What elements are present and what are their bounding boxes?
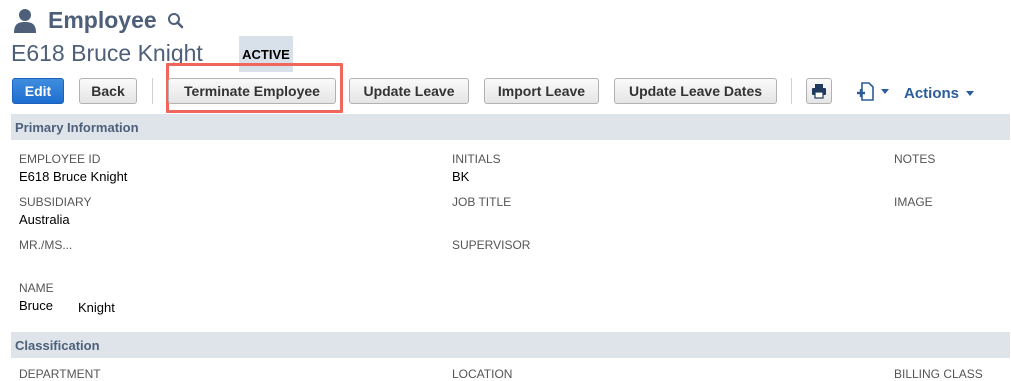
- new-document-icon: [857, 82, 874, 101]
- image-label: IMAGE: [894, 195, 933, 209]
- last-name-value: Knight: [78, 300, 115, 315]
- mr-ms-label: MR./MS...: [19, 238, 73, 252]
- print-icon: [812, 84, 826, 99]
- actions-label: Actions: [904, 85, 960, 102]
- initials-label: INITIALS: [452, 152, 501, 166]
- job-title-label: JOB TITLE: [452, 195, 512, 209]
- supervisor-label: SUPERVISOR: [452, 238, 531, 252]
- subsidiary-value: Australia: [19, 212, 70, 227]
- import-leave-button[interactable]: Import Leave: [484, 78, 599, 104]
- print-button[interactable]: [806, 78, 832, 104]
- notes-label: NOTES: [894, 152, 936, 166]
- back-button[interactable]: Back: [79, 78, 137, 104]
- toolbar-separator: [152, 78, 153, 104]
- person-icon: [14, 9, 36, 33]
- department-label: DEPARTMENT: [19, 367, 101, 381]
- page-title: Employee: [48, 6, 157, 33]
- actions-menu[interactable]: Actions: [904, 85, 975, 102]
- update-leave-button[interactable]: Update Leave: [349, 78, 469, 104]
- employee-id-label: EMPLOYEE ID: [19, 152, 101, 166]
- initials-value: BK: [452, 169, 470, 184]
- terminate-employee-button[interactable]: Terminate Employee: [168, 78, 336, 104]
- new-document-menu[interactable]: [856, 82, 889, 102]
- update-leave-dates-button[interactable]: Update Leave Dates: [614, 78, 777, 104]
- subsidiary-label: SUBSIDIARY: [19, 195, 92, 209]
- title-row: Employee: [12, 5, 184, 35]
- section-primary-information[interactable]: Primary Information: [11, 114, 1010, 140]
- chevron-down-icon: [966, 91, 975, 97]
- name-label: NAME: [19, 281, 54, 295]
- employee-id-value: E618 Bruce Knight: [19, 169, 128, 184]
- billing-class-label: BILLING CLASS: [894, 367, 983, 381]
- chevron-down-icon: [881, 89, 889, 94]
- section-classification[interactable]: Classification: [11, 332, 1010, 358]
- first-name-value: Bruce: [19, 298, 53, 313]
- toolbar-separator: [791, 78, 792, 104]
- location-label: LOCATION: [452, 367, 513, 381]
- search-icon[interactable]: [167, 12, 184, 29]
- edit-button[interactable]: Edit: [12, 78, 64, 104]
